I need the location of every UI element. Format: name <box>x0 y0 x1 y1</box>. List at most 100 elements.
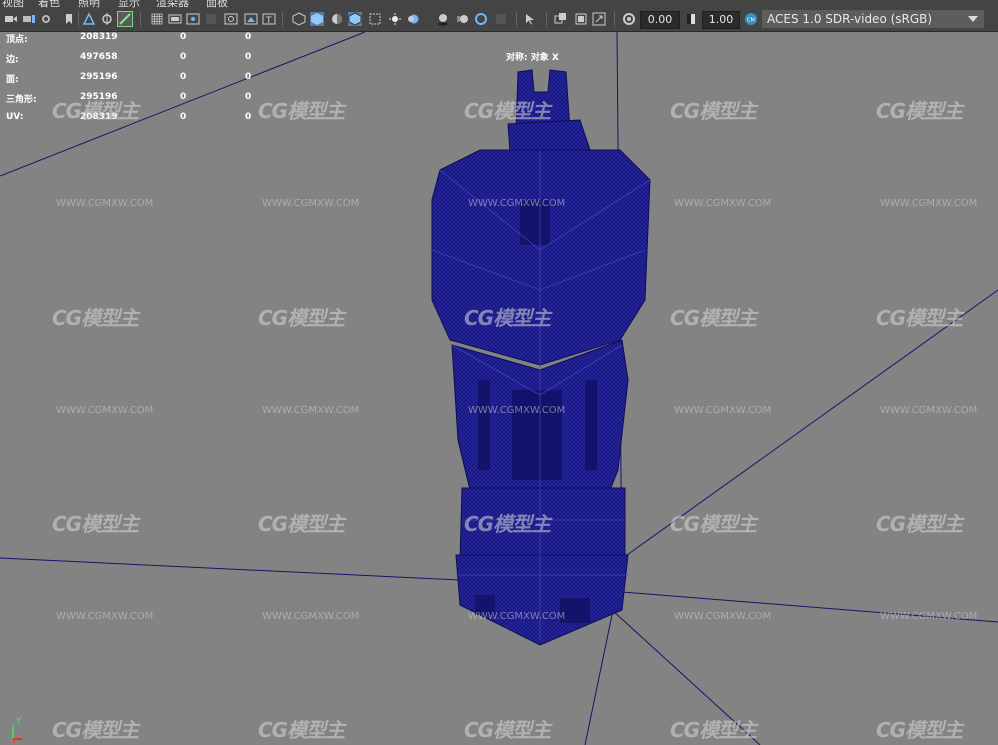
field-chart-icon[interactable] <box>224 12 238 26</box>
model-neck <box>507 119 591 153</box>
menu-bar: 视图 着色 照明 显示 渲染器 面板 <box>0 0 998 8</box>
gamma-icon[interactable] <box>684 12 698 26</box>
watermark-url: WWW.CGMXW.COM <box>262 198 360 209</box>
menu-view[interactable]: 视图 <box>2 0 24 8</box>
menu-panels[interactable]: 面板 <box>206 0 228 8</box>
toolbar-separator <box>614 12 615 27</box>
hud-selected: 0 <box>180 52 187 62</box>
shadows-icon[interactable] <box>406 12 420 26</box>
hud-selected: 0 <box>180 72 187 82</box>
hud-component: 0 <box>245 52 252 62</box>
hud-label: 顶点: <box>6 35 28 45</box>
viewport-toolbar: T 0.00 1.00 CM ACES 1.0 SDR-video (sRGB) <box>0 8 998 32</box>
pivot-icon[interactable] <box>100 12 114 26</box>
watermark-logo: CG模型主 <box>258 718 345 742</box>
isolate-select-icon[interactable] <box>524 12 538 26</box>
wireframe-on-shaded-mode-icon[interactable] <box>348 12 362 26</box>
watermark-url: WWW.CGMXW.COM <box>674 198 772 209</box>
motion-blur-icon[interactable] <box>456 12 470 26</box>
camera-attributes-icon[interactable] <box>22 12 36 26</box>
watermark-logo: CG模型主 <box>670 512 757 536</box>
gate-mask-icon[interactable] <box>204 12 218 26</box>
watermark-url: WWW.CGMXW.COM <box>880 405 978 416</box>
color-management-icon[interactable]: CM <box>744 12 758 26</box>
watermark-logo: CG模型主 <box>876 718 963 742</box>
wireframe-mode-icon[interactable] <box>292 12 306 26</box>
exposure-icon[interactable] <box>622 12 636 26</box>
menu-show[interactable]: 显示 <box>118 0 140 8</box>
watermark-url: WWW.CGMXW.COM <box>674 405 772 416</box>
hud-selected: 0 <box>180 112 187 122</box>
menu-shading[interactable]: 着色 <box>38 0 60 8</box>
depth-of-field-icon[interactable] <box>494 12 508 26</box>
watermark-logo: CG模型主 <box>258 512 345 536</box>
camera-icon[interactable] <box>4 12 18 26</box>
model-head <box>431 149 651 366</box>
watermark-url: WWW.CGMXW.COM <box>674 611 772 622</box>
watermark-logo: CG模型主 <box>876 512 963 536</box>
hud-label: UV: <box>6 112 24 122</box>
exposure-field[interactable]: 0.00 <box>640 11 680 29</box>
default-material-icon[interactable] <box>330 12 344 26</box>
film-gate-icon[interactable] <box>168 12 182 26</box>
watermark-url: WWW.CGMXW.COM <box>56 611 154 622</box>
watermark-logo: CG模型主 <box>52 306 139 330</box>
colorspace-value: ACES 1.0 SDR-video (sRGB) <box>767 12 933 26</box>
svg-text:CM: CM <box>747 18 755 24</box>
axis-y-label: Y <box>15 716 21 725</box>
hud-label: 面: <box>6 75 19 85</box>
svg-text:T: T <box>265 16 272 26</box>
menu-renderer[interactable]: 渲染器 <box>156 0 189 8</box>
menu-lighting[interactable]: 照明 <box>78 0 100 8</box>
watermark-url: WWW.CGMXW.COM <box>880 611 978 622</box>
watermark-logo: CG模型主 <box>670 99 757 123</box>
grid-toggle-icon[interactable] <box>82 12 96 26</box>
toolbar-separator <box>546 12 547 27</box>
watermark-url: WWW.CGMXW.COM <box>262 611 360 622</box>
smooth-shade-icon[interactable] <box>310 12 324 26</box>
watermark-logo: CG模型主 <box>670 718 757 742</box>
frame-all-icon[interactable] <box>592 12 606 26</box>
watermark-logo: CG模型主 <box>670 306 757 330</box>
colorspace-select[interactable]: ACES 1.0 SDR-video (sRGB) <box>762 10 984 28</box>
3d-viewport[interactable] <box>0 32 998 745</box>
watermark-logo: CG模型主 <box>464 718 551 742</box>
safe-action-icon[interactable] <box>244 12 258 26</box>
symmetry-label: 对称: 对象 X <box>506 53 559 63</box>
hud-component: 0 <box>245 92 252 102</box>
hud-selected: 0 <box>180 32 187 42</box>
two-sided-lighting-icon[interactable] <box>554 12 568 26</box>
gamma-field[interactable]: 1.00 <box>702 11 740 29</box>
watermark-logo: CG模型主 <box>258 99 345 123</box>
xray-icon[interactable] <box>368 12 382 26</box>
watermark-logo: CG模型主 <box>464 99 551 123</box>
light-icon[interactable] <box>388 12 402 26</box>
toolbar-separator <box>78 12 79 27</box>
grid-icon[interactable] <box>150 12 164 26</box>
watermark-logo: CG模型主 <box>464 306 551 330</box>
grid-line <box>0 557 461 581</box>
hud-label: 边: <box>6 55 19 65</box>
hud-component: 0 <box>245 112 252 122</box>
axis-x-label: X <box>11 738 17 743</box>
hud-total: 208319 <box>80 32 118 42</box>
image-plane-icon[interactable] <box>62 12 76 26</box>
watermark-url: WWW.CGMXW.COM <box>468 198 566 209</box>
watermark-logo: CG模型主 <box>52 512 139 536</box>
backface-culling-icon[interactable] <box>574 12 588 26</box>
watermark-url: WWW.CGMXW.COM <box>468 611 566 622</box>
anti-aliasing-icon[interactable] <box>474 12 488 26</box>
watermark-logo: CG模型主 <box>52 718 139 742</box>
grid-line <box>584 614 613 745</box>
hud-component: 0 <box>245 32 252 42</box>
mesh-model <box>431 69 651 646</box>
safe-title-icon[interactable]: T <box>262 12 276 26</box>
bookmark-camera-icon[interactable] <box>40 12 54 26</box>
hud-total: 497658 <box>80 52 118 62</box>
ambient-occlusion-icon[interactable] <box>436 12 450 26</box>
resolution-gate-icon[interactable] <box>186 12 200 26</box>
hud-total: 295196 <box>80 72 118 82</box>
wireframe-on-shaded-icon[interactable] <box>117 11 133 27</box>
hud-label: 三角形: <box>6 95 37 105</box>
toolbar-separator <box>516 12 517 27</box>
